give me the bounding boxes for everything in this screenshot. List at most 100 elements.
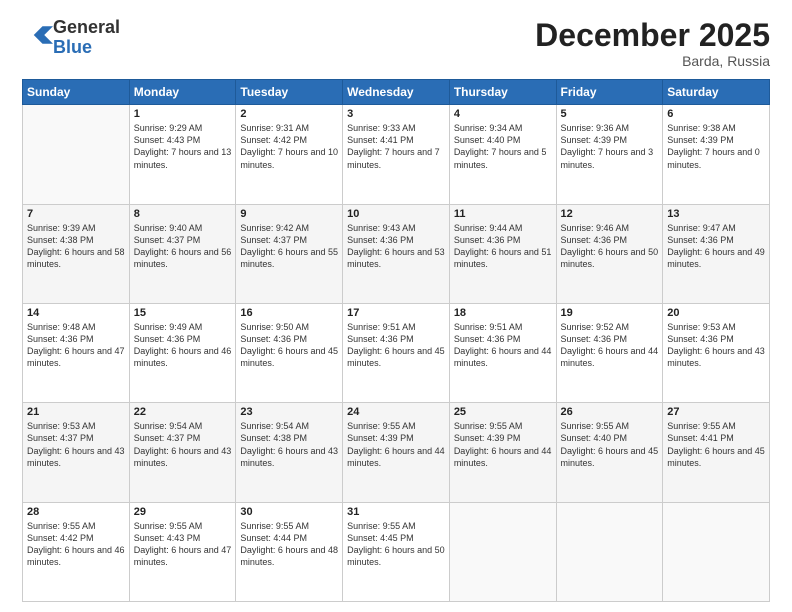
day-info: Sunrise: 9:42 AM Sunset: 4:37 PM Dayligh… [240, 222, 338, 271]
calendar-cell [449, 502, 556, 601]
day-info: Sunrise: 9:47 AM Sunset: 4:36 PM Dayligh… [667, 222, 765, 271]
day-info: Sunrise: 9:55 AM Sunset: 4:40 PM Dayligh… [561, 420, 659, 469]
day-info: Sunrise: 9:31 AM Sunset: 4:42 PM Dayligh… [240, 122, 338, 171]
day-number: 21 [27, 406, 125, 418]
logo: General Blue [22, 18, 120, 58]
calendar-cell [556, 502, 663, 601]
day-number: 16 [240, 307, 338, 319]
day-info: Sunrise: 9:55 AM Sunset: 4:39 PM Dayligh… [347, 420, 445, 469]
logo-general: General [53, 17, 120, 37]
month-title: December 2025 [535, 18, 770, 53]
day-info: Sunrise: 9:55 AM Sunset: 4:39 PM Dayligh… [454, 420, 552, 469]
day-number: 4 [454, 108, 552, 120]
calendar-cell [663, 502, 770, 601]
day-info: Sunrise: 9:55 AM Sunset: 4:42 PM Dayligh… [27, 520, 125, 569]
calendar-cell: 21 Sunrise: 9:53 AM Sunset: 4:37 PM Dayli… [23, 403, 130, 502]
calendar-cell: 29Sunrise: 9:55 AM Sunset: 4:43 PM Dayli… [129, 502, 236, 601]
calendar-cell: 22Sunrise: 9:54 AM Sunset: 4:37 PM Dayli… [129, 403, 236, 502]
logo-icon [25, 21, 53, 49]
day-header-friday: Friday [556, 80, 663, 105]
day-number: 9 [240, 208, 338, 220]
day-number: 31 [347, 506, 445, 518]
day-info: Sunrise: 9:43 AM Sunset: 4:36 PM Dayligh… [347, 222, 445, 271]
day-number: 18 [454, 307, 552, 319]
day-info: Sunrise: 9:51 AM Sunset: 4:36 PM Dayligh… [454, 321, 552, 370]
day-info: Sunrise: 9:53 AM Sunset: 4:37 PM Dayligh… [27, 420, 125, 469]
day-number: 26 [561, 406, 659, 418]
calendar-cell: 16 Sunrise: 9:50 AM Sunset: 4:36 PM Dayli… [236, 303, 343, 402]
day-info: Sunrise: 9:46 AM Sunset: 4:36 PM Dayligh… [561, 222, 659, 271]
calendar-cell: 10 Sunrise: 9:43 AM Sunset: 4:36 PM Dayli… [343, 204, 450, 303]
day-info: Sunrise: 9:49 AM Sunset: 4:36 PM Dayligh… [134, 321, 232, 370]
day-number: 10 [347, 208, 445, 220]
title-block: December 2025 Barda, Russia [535, 18, 770, 69]
day-info: Sunrise: 9:40 AM Sunset: 4:37 PM Dayligh… [134, 222, 232, 271]
calendar-week-row: 1 Sunrise: 9:29 AM Sunset: 4:43 PM Daylig… [23, 105, 770, 204]
day-number: 1 [134, 108, 232, 120]
day-number: 19 [561, 307, 659, 319]
calendar-cell: 20 Sunrise: 9:53 AM Sunset: 4:36 PM Dayli… [663, 303, 770, 402]
day-number: 5 [561, 108, 659, 120]
day-number: 22 [134, 406, 232, 418]
calendar-cell [23, 105, 130, 204]
day-info: Sunrise: 9:39 AM Sunset: 4:38 PM Dayligh… [27, 222, 125, 271]
logo-text: General Blue [53, 18, 120, 58]
calendar-cell: 23 Sunrise: 9:54 AM Sunset: 4:38 PM Dayli… [236, 403, 343, 502]
calendar-cell: 5 Sunrise: 9:36 AM Sunset: 4:39 PM Daylig… [556, 105, 663, 204]
calendar-cell: 6 Sunrise: 9:38 AM Sunset: 4:39 PM Daylig… [663, 105, 770, 204]
page: General Blue December 2025 Barda, Russia… [0, 0, 792, 612]
calendar-cell: 31 Sunrise: 9:55 AM Sunset: 4:45 PM Dayli… [343, 502, 450, 601]
day-number: 30 [240, 506, 338, 518]
day-info: Sunrise: 9:55 AM Sunset: 4:45 PM Dayligh… [347, 520, 445, 569]
day-number: 13 [667, 208, 765, 220]
day-number: 15 [134, 307, 232, 319]
day-info: Sunrise: 9:36 AM Sunset: 4:39 PM Dayligh… [561, 122, 659, 171]
day-header-thursday: Thursday [449, 80, 556, 105]
day-header-sunday: Sunday [23, 80, 130, 105]
calendar-cell: 7 Sunrise: 9:39 AM Sunset: 4:38 PM Daylig… [23, 204, 130, 303]
location: Barda, Russia [535, 53, 770, 69]
day-info: Sunrise: 9:44 AM Sunset: 4:36 PM Dayligh… [454, 222, 552, 271]
calendar-cell: 8 Sunrise: 9:40 AM Sunset: 4:37 PM Daylig… [129, 204, 236, 303]
day-number: 27 [667, 406, 765, 418]
calendar-cell: 13 Sunrise: 9:47 AM Sunset: 4:36 PM Dayli… [663, 204, 770, 303]
day-number: 7 [27, 208, 125, 220]
day-number: 28 [27, 506, 125, 518]
calendar-cell: 18 Sunrise: 9:51 AM Sunset: 4:36 PM Dayli… [449, 303, 556, 402]
day-number: 3 [347, 108, 445, 120]
day-info: Sunrise: 9:51 AM Sunset: 4:36 PM Dayligh… [347, 321, 445, 370]
day-number: 24 [347, 406, 445, 418]
day-info: Sunrise: 9:48 AM Sunset: 4:36 PM Dayligh… [27, 321, 125, 370]
day-header-monday: Monday [129, 80, 236, 105]
day-header-wednesday: Wednesday [343, 80, 450, 105]
day-number: 23 [240, 406, 338, 418]
day-info: Sunrise: 9:55 AM Sunset: 4:44 PM Dayligh… [240, 520, 338, 569]
day-number: 12 [561, 208, 659, 220]
day-number: 29 [134, 506, 232, 518]
day-info: Sunrise: 9:38 AM Sunset: 4:39 PM Dayligh… [667, 122, 765, 171]
calendar-cell: 3Sunrise: 9:33 AM Sunset: 4:41 PM Daylig… [343, 105, 450, 204]
day-number: 14 [27, 307, 125, 319]
calendar-cell: 27 Sunrise: 9:55 AM Sunset: 4:41 PM Dayli… [663, 403, 770, 502]
day-number: 25 [454, 406, 552, 418]
calendar-cell: 15 Sunrise: 9:49 AM Sunset: 4:36 PM Dayli… [129, 303, 236, 402]
calendar-week-row: 14 Sunrise: 9:48 AM Sunset: 4:36 PM Dayli… [23, 303, 770, 402]
day-number: 20 [667, 307, 765, 319]
day-number: 6 [667, 108, 765, 120]
calendar-cell: 11Sunrise: 9:44 AM Sunset: 4:36 PM Dayli… [449, 204, 556, 303]
calendar-cell: 14 Sunrise: 9:48 AM Sunset: 4:36 PM Dayli… [23, 303, 130, 402]
day-info: Sunrise: 9:53 AM Sunset: 4:36 PM Dayligh… [667, 321, 765, 370]
day-info: Sunrise: 9:34 AM Sunset: 4:40 PM Dayligh… [454, 122, 552, 171]
calendar-table: SundayMondayTuesdayWednesdayThursdayFrid… [22, 79, 770, 602]
calendar-cell: 24 Sunrise: 9:55 AM Sunset: 4:39 PM Dayli… [343, 403, 450, 502]
day-header-saturday: Saturday [663, 80, 770, 105]
calendar-cell: 12 Sunrise: 9:46 AM Sunset: 4:36 PM Dayli… [556, 204, 663, 303]
day-info: Sunrise: 9:50 AM Sunset: 4:36 PM Dayligh… [240, 321, 338, 370]
day-number: 8 [134, 208, 232, 220]
calendar-cell: 19Sunrise: 9:52 AM Sunset: 4:36 PM Dayli… [556, 303, 663, 402]
logo-blue: Blue [53, 37, 92, 57]
day-info: Sunrise: 9:55 AM Sunset: 4:41 PM Dayligh… [667, 420, 765, 469]
day-info: Sunrise: 9:54 AM Sunset: 4:38 PM Dayligh… [240, 420, 338, 469]
calendar-cell: 26 Sunrise: 9:55 AM Sunset: 4:40 PM Dayli… [556, 403, 663, 502]
day-info: Sunrise: 9:29 AM Sunset: 4:43 PM Dayligh… [134, 122, 232, 171]
